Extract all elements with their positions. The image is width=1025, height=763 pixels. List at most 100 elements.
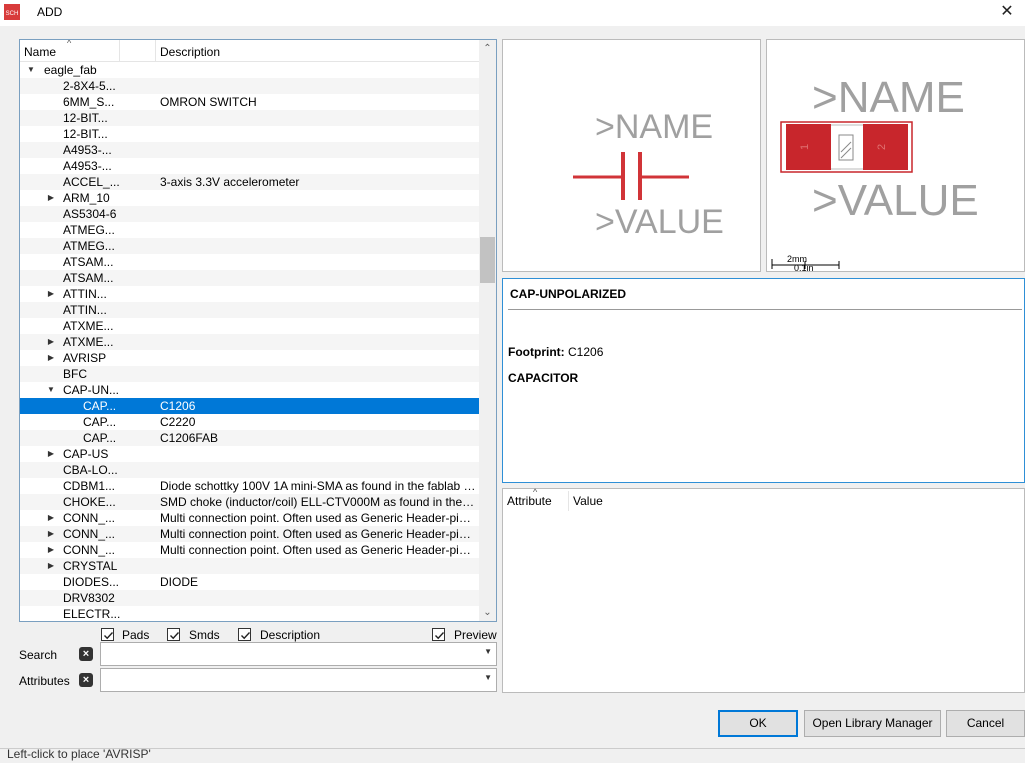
tree-row[interactable]: 6MM_S... OMRON SWITCH: [20, 94, 479, 110]
tree-row[interactable]: BFC: [20, 366, 479, 382]
tree-row[interactable]: ▼ CAP-UN...: [20, 382, 479, 398]
tree-row-name: CRYSTAL: [63, 559, 118, 573]
tree-row-name: A4953-...: [63, 159, 112, 173]
ok-button[interactable]: OK: [718, 710, 798, 737]
dropdown-arrow-icon[interactable]: ▼: [484, 673, 492, 682]
tree-row[interactable]: ATTIN...: [20, 302, 479, 318]
tree-row-name: AS5304-6: [63, 207, 117, 221]
status-bar: Left-click to place 'AVRISP': [0, 747, 1025, 763]
scroll-down-icon[interactable]: ⌄: [479, 604, 496, 621]
tree-row-name: DIODES...: [63, 575, 120, 589]
expand-arrow-icon[interactable]: ▶: [46, 558, 56, 574]
scale-in-label: 0.1in: [794, 263, 814, 271]
tree-row[interactable]: ELECTR...: [20, 606, 479, 621]
symbol-preview[interactable]: >NAME >VALUE: [502, 39, 761, 272]
tree-row-description: OMRON SWITCH: [160, 95, 257, 109]
cancel-button[interactable]: Cancel: [946, 710, 1025, 737]
tree-row[interactable]: ▶ ATXME...: [20, 334, 479, 350]
column-header-attribute[interactable]: Attribute: [507, 494, 552, 508]
tree-row[interactable]: ▶ ARM_10: [20, 190, 479, 206]
tree-row[interactable]: 12-BIT...: [20, 126, 479, 142]
tree-row-description: Multi connection point. Often used as Ge…: [160, 543, 476, 557]
svg-text:SCH: SCH: [6, 11, 19, 17]
smds-checkbox[interactable]: [167, 628, 180, 641]
tree-row-description: DIODE: [160, 575, 199, 589]
tree-row[interactable]: A4953-...: [20, 142, 479, 158]
search-input[interactable]: ▼: [100, 642, 497, 666]
tree-row[interactable]: ▶ CONN_... Multi connection point. Often u…: [20, 510, 479, 526]
tree-row[interactable]: ▶ CAP-US: [20, 446, 479, 462]
device-tree[interactable]: ^ Name Description ▼ eagle_fab 2-8X4-5... 6…: [19, 39, 497, 622]
tree-row[interactable]: CBA-LO...: [20, 462, 479, 478]
tree-row[interactable]: CDBM1... Diode schottky 100V 1A mini-SMA …: [20, 478, 479, 494]
collapse-arrow-icon[interactable]: ▼: [46, 382, 56, 398]
tree-row[interactable]: ATMEG...: [20, 238, 479, 254]
dropdown-arrow-icon[interactable]: ▼: [484, 647, 492, 656]
sort-ascending-icon: ^: [67, 39, 72, 48]
expand-arrow-icon[interactable]: ▶: [46, 334, 56, 350]
package-preview[interactable]: >NAME 1 2 >VALUE 2mm 0.1in: [766, 39, 1025, 273]
tree-row-name: CONN_...: [63, 527, 116, 541]
tree-row[interactable]: ▶ CONN_... Multi connection point. Often u…: [20, 526, 479, 542]
tree-row[interactable]: ▶ ATTIN...: [20, 286, 479, 302]
expand-arrow-icon[interactable]: ▶: [46, 446, 56, 462]
attributes-input[interactable]: ▼: [100, 668, 497, 692]
description-checkbox[interactable]: [238, 628, 251, 641]
tree-row-selected[interactable]: CAP... C1206: [20, 398, 479, 414]
divider: [508, 309, 1022, 310]
tree-row[interactable]: ATSAM...: [20, 270, 479, 286]
clear-search-icon[interactable]: ×: [79, 647, 93, 661]
scroll-up-icon[interactable]: ⌃: [479, 40, 496, 57]
tree-row-name: CONN_...: [63, 543, 116, 557]
attribute-table[interactable]: ^ Attribute Value: [502, 487, 1025, 693]
tree-row[interactable]: CHOKE... SMD choke (inductor/coil) ELL-CT…: [20, 494, 479, 510]
open-library-manager-button[interactable]: Open Library Manager: [804, 710, 941, 737]
column-header-name[interactable]: Name: [24, 45, 56, 59]
close-icon: ✕: [1000, 3, 1014, 20]
expand-arrow-icon[interactable]: ▶: [46, 190, 56, 206]
tree-row-description: C1206: [160, 399, 196, 413]
tree-row[interactable]: 12-BIT...: [20, 110, 479, 126]
pad-1-label: 1: [799, 144, 811, 150]
scroll-thumb[interactable]: [480, 237, 495, 283]
tree-scrollbar[interactable]: ⌃ ⌄: [479, 40, 496, 621]
clear-attributes-icon[interactable]: ×: [79, 673, 93, 687]
expand-arrow-icon[interactable]: ▶: [46, 350, 56, 366]
pad-2-label: 2: [876, 144, 888, 150]
tree-row-name: BFC: [63, 367, 87, 381]
tree-row[interactable]: ▶ CONN_... Multi connection point. Often u…: [20, 542, 479, 558]
tree-row[interactable]: ▼ eagle_fab: [20, 62, 479, 78]
tree-row[interactable]: ATXME...: [20, 318, 479, 334]
tree-row[interactable]: CAP... C1206FAB: [20, 430, 479, 446]
close-button[interactable]: ✕: [992, 1, 1022, 25]
tree-row[interactable]: ▶ AVRISP: [20, 350, 479, 366]
tree-row[interactable]: ▶ CRYSTAL: [20, 558, 479, 574]
collapse-arrow-icon[interactable]: ▼: [26, 62, 36, 78]
tree-row[interactable]: CAP... C2220: [20, 414, 479, 430]
tree-row-name: ATSAM...: [63, 271, 114, 285]
pads-checkbox[interactable]: [101, 628, 114, 641]
title-bar: SCH ADD ✕: [0, 0, 1025, 26]
column-header-value[interactable]: Value: [573, 494, 603, 508]
expand-arrow-icon[interactable]: ▶: [46, 510, 56, 526]
tree-row[interactable]: AS5304-6: [20, 206, 479, 222]
pads-label: Pads: [122, 628, 150, 642]
tree-row[interactable]: ACCEL_... 3-axis 3.3V accelerometer: [20, 174, 479, 190]
tree-row[interactable]: DIODES... DIODE: [20, 574, 479, 590]
checkmark-icon: [435, 632, 445, 640]
tree-row-description: C1206FAB: [160, 431, 219, 445]
tree-row[interactable]: ATMEG...: [20, 222, 479, 238]
tree-row[interactable]: A4953-...: [20, 158, 479, 174]
preview-checkbox[interactable]: [432, 628, 445, 641]
tree-row[interactable]: 2-8X4-5...: [20, 78, 479, 94]
expand-arrow-icon[interactable]: ▶: [46, 526, 56, 542]
column-header-description[interactable]: Description: [160, 45, 220, 59]
tree-row-description: C2220: [160, 415, 196, 429]
symbol-name-placeholder: >NAME: [595, 108, 713, 146]
tree-row-description: Diode schottky 100V 1A mini-SMA as found…: [160, 479, 476, 493]
tree-row[interactable]: ATSAM...: [20, 254, 479, 270]
footprint-value: C1206: [568, 345, 604, 359]
expand-arrow-icon[interactable]: ▶: [46, 542, 56, 558]
expand-arrow-icon[interactable]: ▶: [46, 286, 56, 302]
tree-row[interactable]: DRV8302: [20, 590, 479, 606]
